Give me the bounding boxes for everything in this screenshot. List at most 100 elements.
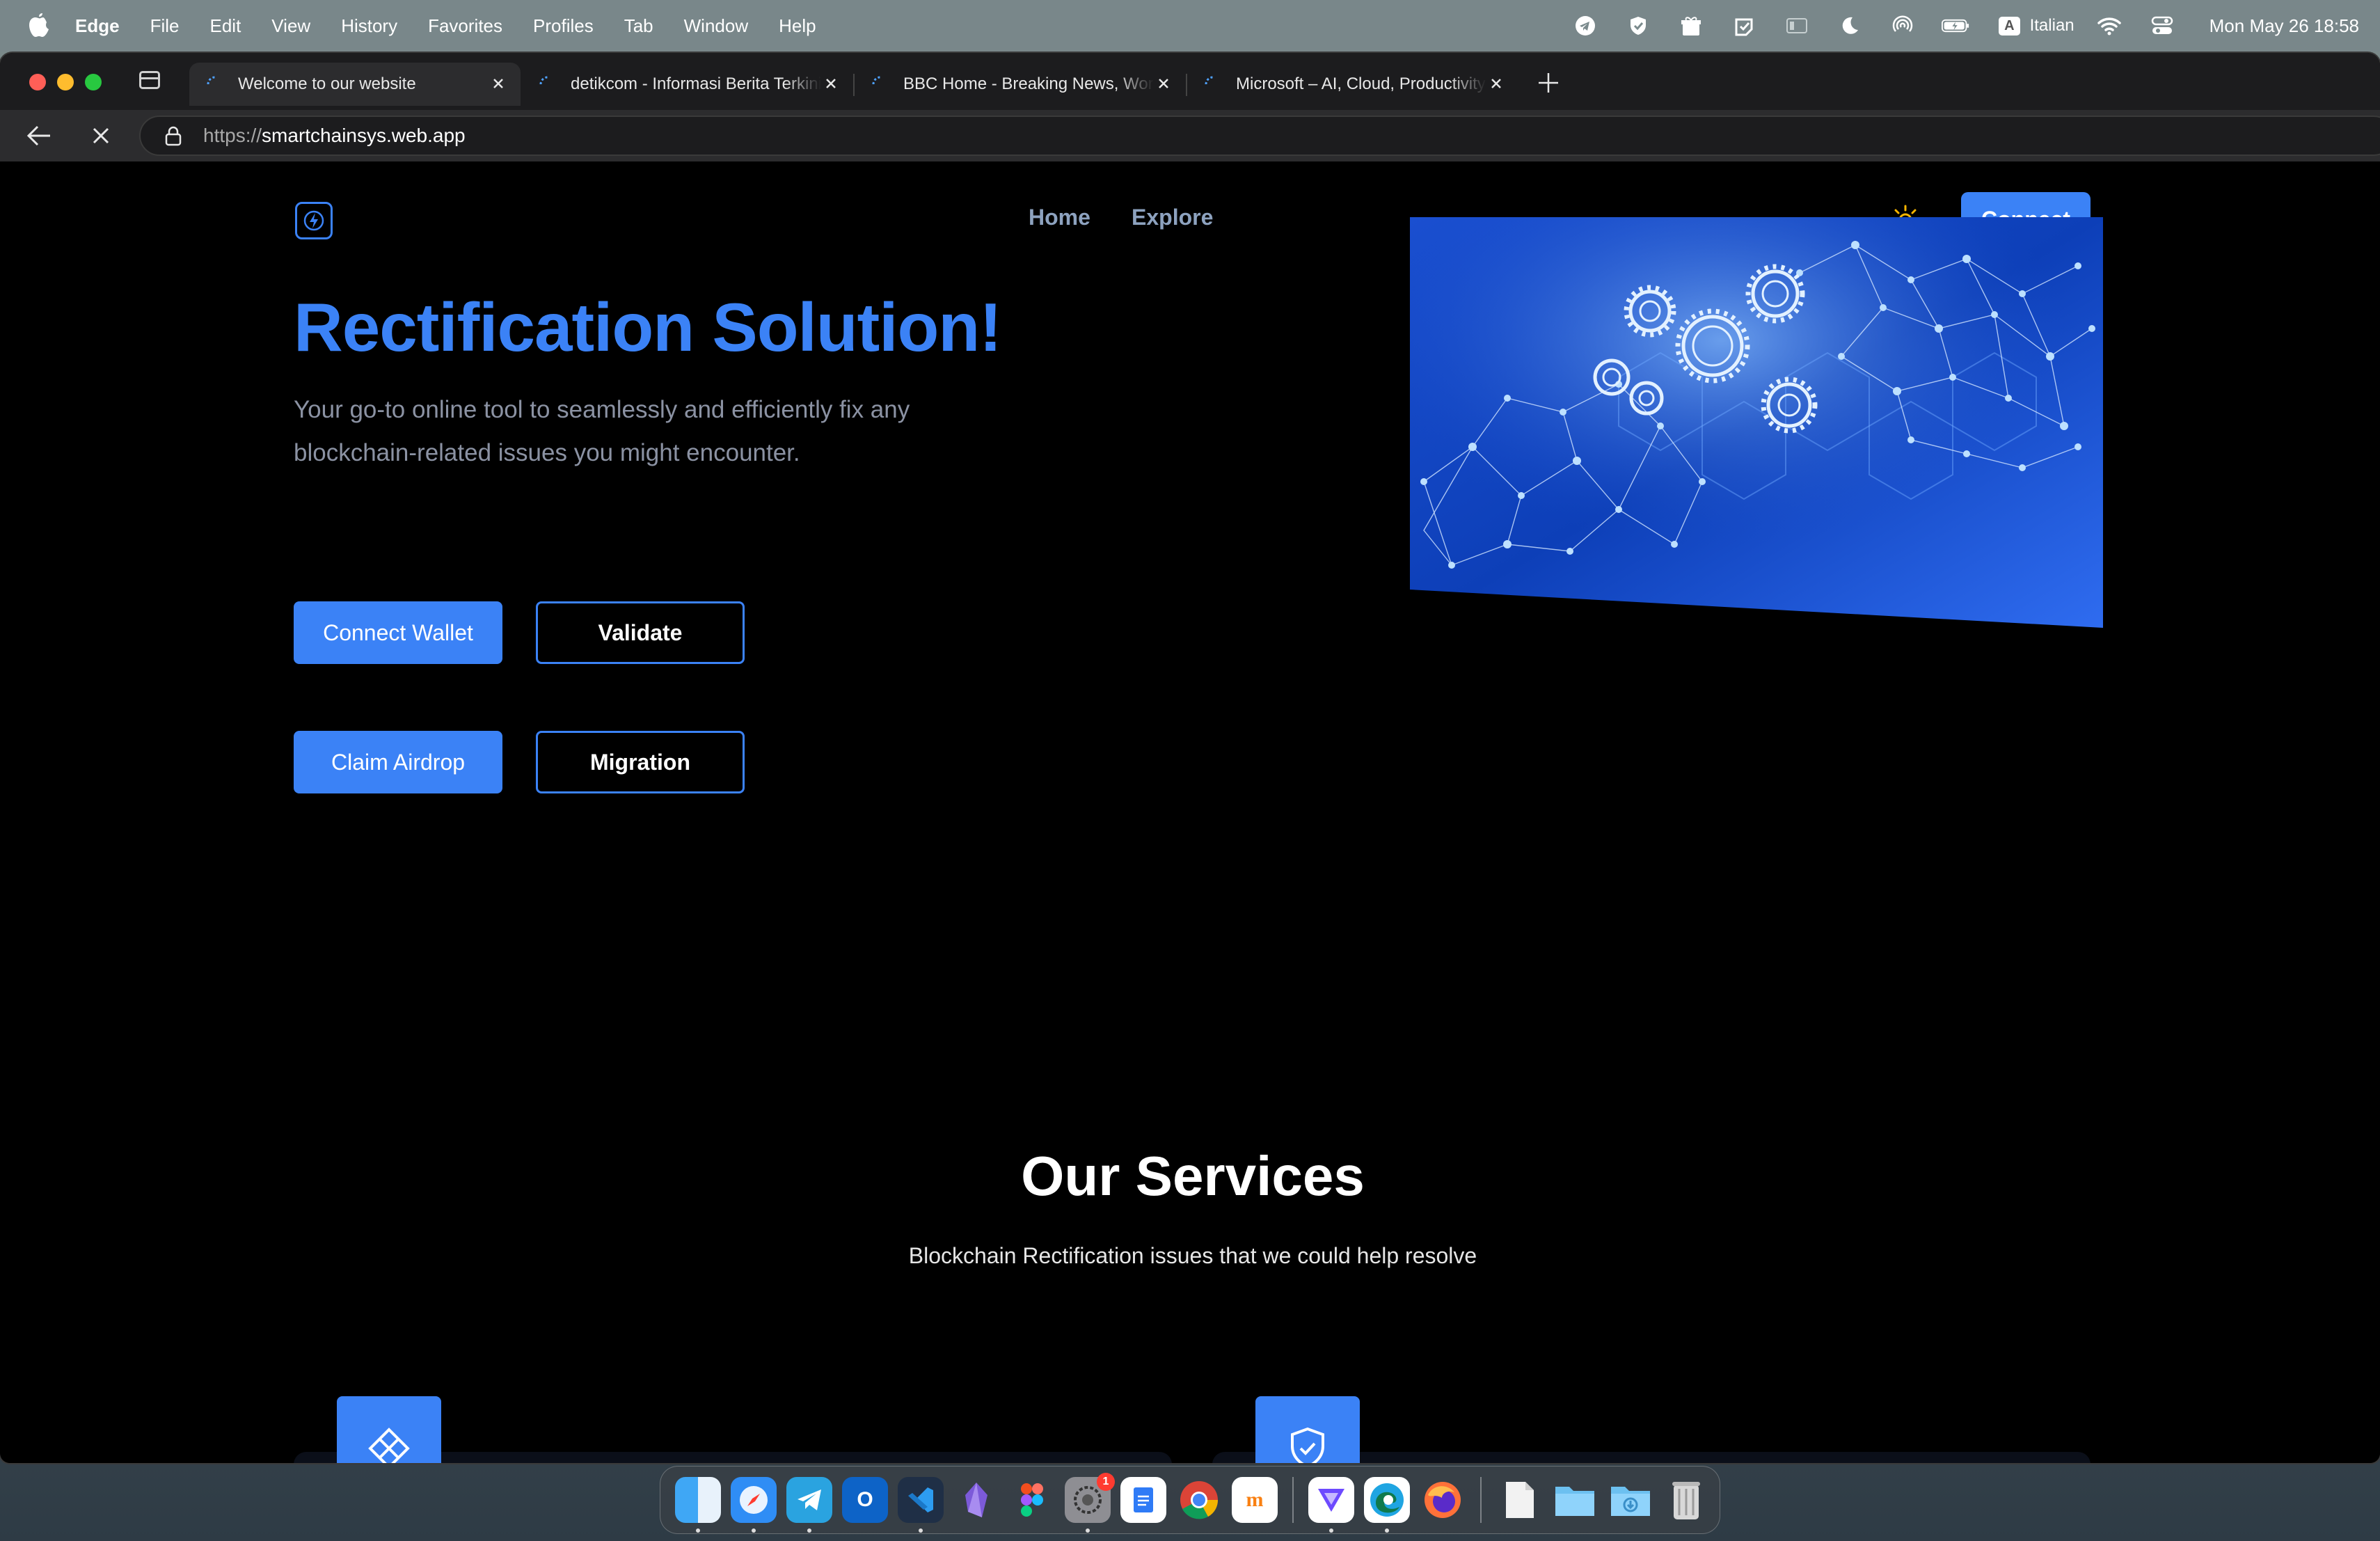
screen-icon[interactable] [1783, 14, 1811, 38]
diamond-grid-icon [368, 1428, 410, 1463]
nav-explore[interactable]: Explore [1132, 205, 1213, 230]
loading-spinner-icon [539, 76, 548, 85]
menu-view[interactable]: View [271, 15, 310, 37]
validate-button[interactable]: Validate [536, 601, 745, 664]
telegram-status-icon[interactable] [1571, 14, 1599, 38]
close-tab-icon[interactable] [1154, 74, 1173, 93]
zoom-window-button[interactable] [85, 74, 102, 90]
web-page: Home Explore Connect Rectification Solut… [6, 163, 2380, 1463]
nav-home[interactable]: Home [1029, 205, 1090, 230]
control-center-icon[interactable] [2148, 14, 2176, 38]
tab-microsoft[interactable]: Microsoft – AI, Cloud, Productivity [1187, 63, 1518, 106]
url-text[interactable]: https://smartchainsys.web.app [203, 125, 466, 147]
running-indicator [1329, 1528, 1333, 1533]
lock-icon[interactable] [164, 125, 182, 146]
safari-icon[interactable] [731, 1477, 777, 1533]
minimize-window-button[interactable] [57, 74, 74, 90]
hero-title: Rectification Solution! [294, 289, 1002, 365]
blockchain-network-image [1410, 217, 2103, 628]
tab-title: BBC Home - Breaking News, World News [903, 74, 1154, 93]
system-settings-icon[interactable]: 1 [1065, 1473, 1115, 1533]
dock: O 1 m [660, 1466, 1720, 1534]
running-indicator [696, 1528, 700, 1533]
gift-icon[interactable] [1677, 14, 1705, 38]
moodle-icon[interactable]: m [1232, 1477, 1278, 1523]
telegram-icon[interactable] [786, 1477, 832, 1533]
menu-file[interactable]: File [150, 15, 180, 37]
vscode-icon[interactable] [898, 1477, 944, 1533]
services-title: Our Services [1021, 1145, 1365, 1207]
apple-icon[interactable] [28, 13, 50, 38]
edge-icon[interactable] [1364, 1477, 1410, 1533]
tab-welcome[interactable]: Welcome to our website [189, 63, 521, 106]
documents-folder-icon[interactable] [1496, 1477, 1542, 1523]
input-language[interactable]: Italian [2030, 16, 2074, 35]
dock-separator [1480, 1477, 1482, 1523]
menu-profiles[interactable]: Profiles [533, 15, 594, 37]
migration-button[interactable]: Migration [536, 731, 745, 793]
dock-separator [1292, 1477, 1294, 1523]
menu-edit[interactable]: Edit [209, 15, 241, 37]
sidebar-toggle-icon[interactable] [139, 71, 160, 89]
outlook-icon[interactable]: O [842, 1477, 888, 1523]
menu-tab[interactable]: Tab [624, 15, 653, 37]
connect-wallet-button[interactable]: Connect Wallet [294, 601, 502, 664]
back-arrow-icon[interactable] [25, 123, 53, 149]
menu-favorites[interactable]: Favorites [428, 15, 502, 37]
figma-icon[interactable] [1009, 1477, 1055, 1523]
finder-icon[interactable] [675, 1477, 721, 1533]
moon-icon[interactable] [1836, 14, 1864, 38]
menu-history[interactable]: History [341, 15, 397, 37]
chrome-icon[interactable] [1176, 1477, 1222, 1523]
tab-title: Microsoft – AI, Cloud, Productivity [1236, 74, 1486, 93]
close-tab-icon[interactable] [821, 74, 841, 93]
tab-bar: Welcome to our website detikcom - Inform… [0, 53, 2380, 110]
loading-spinner-icon [207, 76, 216, 85]
proton-vpn-icon[interactable] [1308, 1477, 1354, 1533]
menu-bar: Edge File Edit View History Favorites Pr… [0, 0, 2380, 52]
close-window-button[interactable] [29, 74, 46, 90]
menubar-clock[interactable]: Mon May 26 18:58 [2210, 15, 2359, 37]
url-host: smartchainsys.web.app [262, 125, 466, 146]
address-bar[interactable]: https://smartchainsys.web.app [139, 116, 2380, 156]
hero-subtitle: Your go-to online tool to seamlessly and… [294, 396, 910, 466]
airdrop-icon[interactable] [1889, 14, 1917, 38]
tab-title: detikcom - Informasi Berita Terkini [571, 74, 821, 93]
new-tab-icon[interactable] [1537, 71, 1560, 95]
tab-detikcom[interactable]: detikcom - Informasi Berita Terkini [522, 63, 853, 106]
shield-check-icon[interactable] [1624, 14, 1652, 38]
shield-check-icon [1291, 1427, 1324, 1463]
running-indicator [752, 1528, 756, 1533]
menu-app-name[interactable]: Edge [75, 15, 120, 37]
running-indicator [1385, 1528, 1389, 1533]
running-indicator [807, 1528, 811, 1533]
folder-icon[interactable] [1552, 1477, 1598, 1523]
menu-window[interactable]: Window [684, 15, 748, 37]
obsidian-icon[interactable] [953, 1477, 999, 1523]
menu-help[interactable]: Help [779, 15, 816, 37]
notification-badge: 1 [1097, 1473, 1115, 1491]
input-source-badge[interactable]: A [1999, 16, 2020, 35]
tab-title: Welcome to our website [238, 74, 416, 93]
claim-airdrop-button[interactable]: Claim Airdrop [294, 731, 502, 793]
close-tab-icon[interactable] [1486, 74, 1506, 93]
wifi-icon[interactable] [2095, 14, 2123, 38]
firefox-icon[interactable] [1420, 1477, 1466, 1523]
tab-bbc[interactable]: BBC Home - Breaking News, World News [855, 63, 1186, 106]
close-tab-icon[interactable] [489, 74, 508, 93]
docs-icon[interactable] [1120, 1477, 1166, 1523]
service-card-icon [1255, 1396, 1360, 1463]
service-card-icon [337, 1396, 441, 1463]
battery-icon [1942, 14, 1969, 38]
url-scheme: https:// [203, 125, 262, 146]
trash-icon[interactable] [1663, 1477, 1709, 1523]
downloads-folder-icon[interactable] [1608, 1477, 1653, 1523]
browser-toolbar: https://smartchainsys.web.app [0, 110, 2380, 161]
site-logo[interactable] [295, 202, 333, 239]
running-indicator [1086, 1528, 1090, 1533]
services-subtitle: Blockchain Rectification issues that we … [908, 1243, 1477, 1268]
stop-loading-icon[interactable] [89, 124, 113, 148]
loading-spinner-icon [1205, 76, 1214, 85]
loading-spinner-icon [872, 76, 881, 85]
clipboard-icon[interactable] [1730, 14, 1758, 38]
